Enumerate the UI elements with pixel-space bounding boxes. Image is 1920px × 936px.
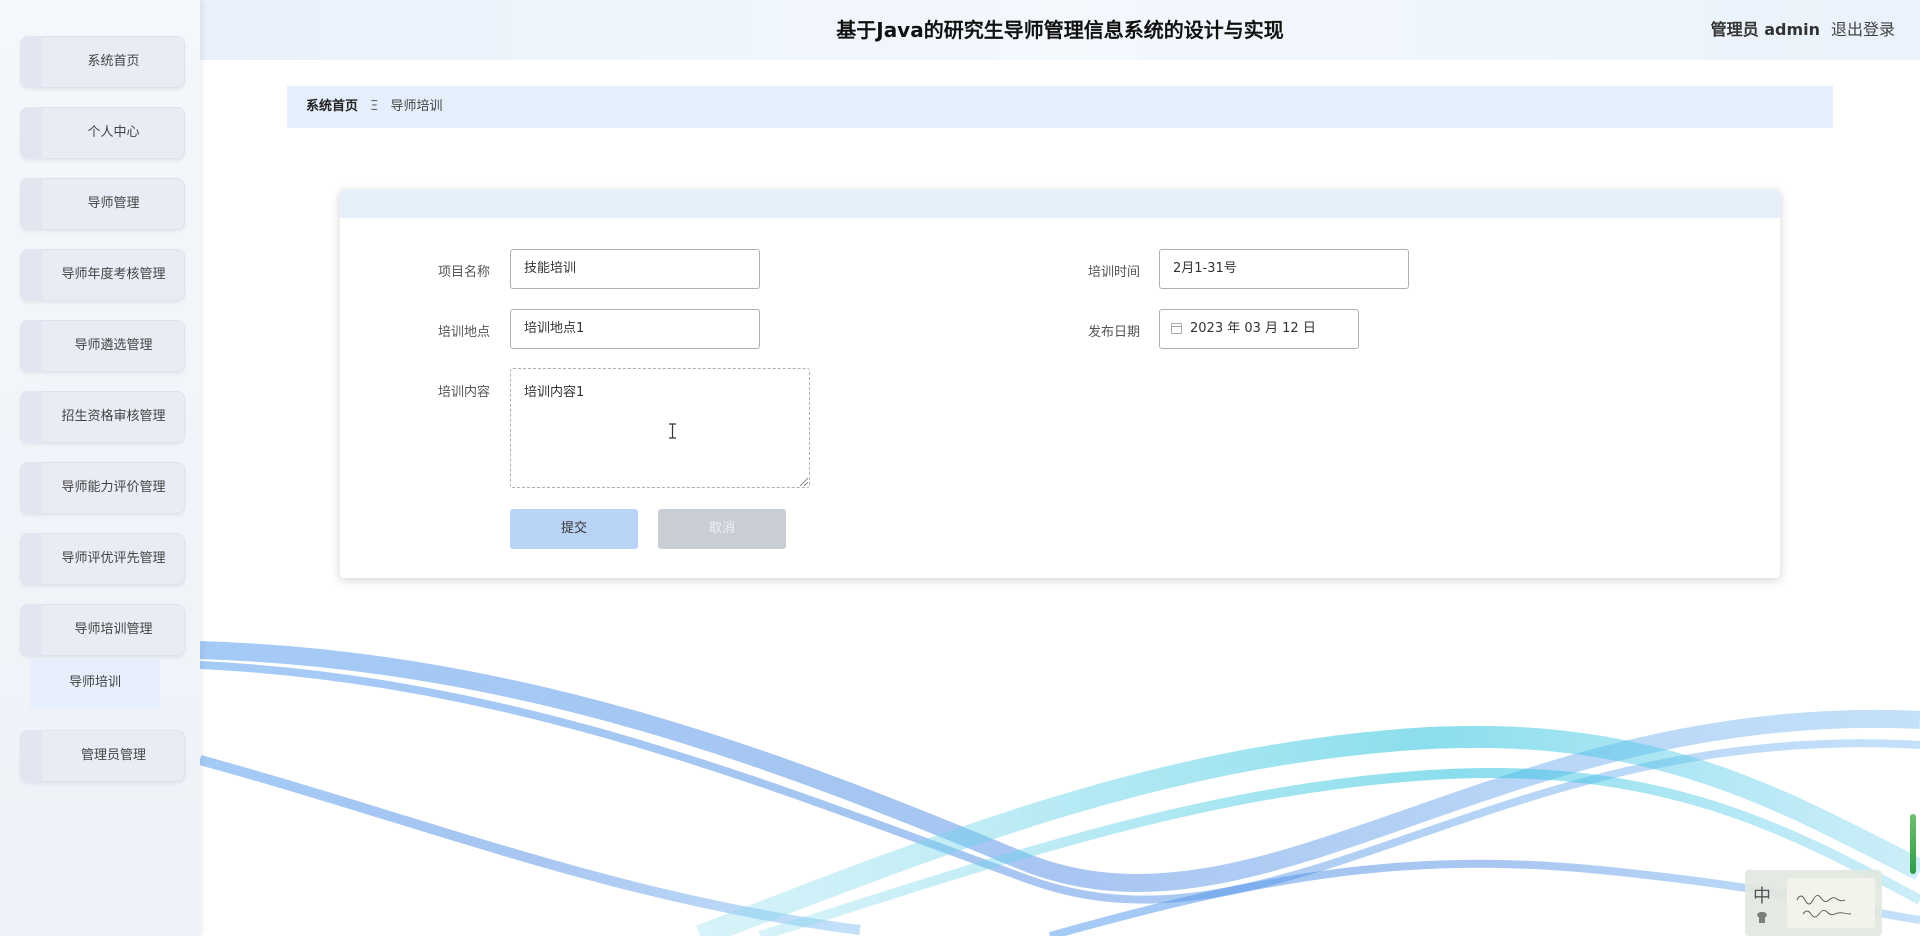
breadcrumb-current: 导师培训 — [390, 99, 443, 114]
ime-mode-indicator[interactable]: 中 — [1753, 882, 1771, 908]
sidebar-item-training-management[interactable]: 导师培训管理 — [20, 604, 185, 656]
sidebar-item-label: 导师遴选管理 — [74, 338, 153, 353]
sidebar-item-label: 招生资格审核管理 — [61, 409, 166, 424]
sidebar-item-tutor-selection[interactable]: 导师遴选管理 — [20, 320, 185, 372]
side-scroll-indicator[interactable] — [1910, 814, 1916, 874]
sidebar-item-ability-evaluation[interactable]: 导师能力评价管理 — [20, 462, 185, 514]
sidebar-item-label: 导师年度考核管理 — [61, 267, 166, 282]
training-location-label: 培训地点 — [437, 325, 490, 340]
breadcrumb-separator-icon: Ξ — [370, 99, 379, 114]
resize-grip-icon[interactable] — [798, 476, 808, 486]
sidebar-item-enrollment-qualification[interactable]: 招生资格审核管理 — [20, 391, 185, 443]
sidebar-item-tutor-management[interactable]: 导师管理 — [20, 178, 185, 230]
cancel-button[interactable]: 取消 — [658, 509, 786, 549]
training-content-value: 培训内容1 — [524, 385, 585, 400]
app-title: 基于Java的研究生导师管理信息系统的设计与实现 — [836, 18, 1284, 42]
training-time-input[interactable]: 2月1-31号 — [1159, 249, 1409, 289]
training-location-input[interactable]: 培训地点1 — [510, 309, 760, 349]
sidebar-item-label: 导师能力评价管理 — [61, 480, 166, 495]
ime-handwriting-panel — [1787, 878, 1875, 928]
text-cursor-icon — [669, 423, 676, 439]
publish-date-input[interactable]: 2023 年 03 月 12 日 — [1159, 309, 1359, 349]
submit-button[interactable]: 提交 — [510, 509, 638, 549]
sidebar: 系统首页 个人中心 导师管理 导师年度考核管理 导师遴选管理 招生资格审核管理 … — [0, 0, 200, 936]
training-form: 项目名称 技能培训 培训时间 2月1-31号 培训地点 培训地点1 发布日期 2… — [340, 190, 1780, 578]
sidebar-item-home[interactable]: 系统首页 — [20, 36, 185, 88]
sidebar-item-admin-management[interactable]: 管理员管理 — [20, 730, 185, 782]
form-header-band — [340, 190, 1780, 218]
sidebar-item-label: 个人中心 — [87, 125, 140, 140]
breadcrumb-home[interactable]: 系统首页 — [306, 99, 358, 114]
training-content-label: 培训内容 — [437, 385, 490, 400]
sidebar-item-label: 管理员管理 — [80, 748, 146, 763]
training-content-textarea[interactable]: 培训内容1 — [510, 368, 810, 488]
top-header: 基于Java的研究生导师管理信息系统的设计与实现 管理员 admin 退出登录 — [200, 0, 1920, 60]
ime-toolbar[interactable]: 中 — [1745, 870, 1882, 936]
user-label: 管理员 admin — [1710, 20, 1820, 39]
publish-date-label: 发布日期 — [1087, 325, 1140, 340]
ime-skin-icon[interactable] — [1755, 910, 1769, 924]
training-time-label: 培训时间 — [1087, 265, 1140, 280]
project-name-label: 项目名称 — [437, 265, 490, 280]
sidebar-item-label: 导师评优评先管理 — [61, 551, 166, 566]
sidebar-item-annual-assessment[interactable]: 导师年度考核管理 — [20, 249, 185, 301]
submenu-item-training[interactable]: 导师培训 — [30, 658, 160, 708]
publish-date-value: 2023 年 03 月 12 日 — [1190, 321, 1316, 336]
sidebar-item-label: 系统首页 — [87, 54, 140, 69]
project-name-input[interactable]: 技能培训 — [510, 249, 760, 289]
handwriting-scribble-icon — [1796, 895, 1852, 918]
sidebar-item-label: 导师培训管理 — [74, 622, 153, 637]
calendar-icon — [1171, 323, 1182, 334]
breadcrumb: 系统首页 Ξ 导师培训 — [287, 86, 1833, 128]
sidebar-item-label: 导师管理 — [87, 196, 140, 211]
sidebar-item-personal-center[interactable]: 个人中心 — [20, 107, 185, 159]
logout-link[interactable]: 退出登录 — [1831, 0, 1895, 60]
sidebar-item-excellence-evaluation[interactable]: 导师评优评先管理 — [20, 533, 185, 585]
